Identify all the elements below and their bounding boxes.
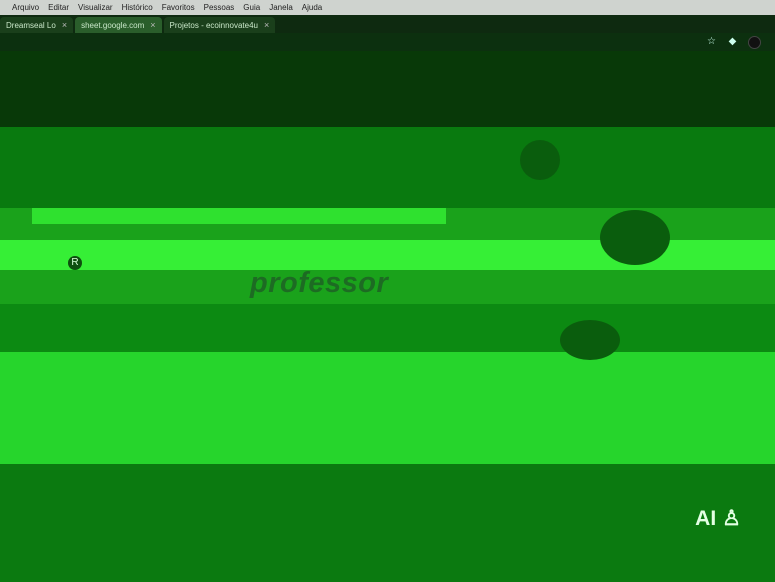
tab-google-sheets[interactable]: sheet.google.com × [75,17,162,33]
menu-item-arquivo[interactable]: Arquivo [12,3,39,12]
hero-band-top [0,127,775,208]
avatar[interactable] [748,36,761,49]
close-icon[interactable]: × [62,20,67,30]
system-menubar: Arquivo Editar Visualizar Histórico Favo… [0,0,775,15]
tab-label: Dreamseal Lo [6,20,56,30]
tab-label: sheet.google.com [81,20,145,30]
brand-text: AI [695,507,717,530]
hero-strip [32,208,446,224]
hero-band-lower [0,304,775,352]
tab-projetos[interactable]: Projetos - ecoinnovate4u × [163,17,276,33]
page-header-region [0,51,775,127]
menu-item-janela[interactable]: Janela [269,3,293,12]
close-icon[interactable]: × [150,20,155,30]
footer-brand: AI ♙ [695,506,741,531]
decorative-shape [600,210,670,265]
tab-dreamseal[interactable]: Dreamseal Lo × [0,17,74,33]
star-icon[interactable]: ☆ [706,36,717,47]
hero-band-bright [0,352,775,464]
menu-item-ajuda[interactable]: Ajuda [302,3,322,12]
person-icon: ♙ [722,507,741,530]
menu-item-favoritos[interactable]: Favoritos [162,3,195,12]
close-icon[interactable]: × [264,20,269,30]
badge-icon: R [68,256,82,270]
browser-tab-bar: Dreamseal Lo × sheet.google.com × Projet… [0,15,775,33]
menu-item-historico[interactable]: Histórico [122,3,153,12]
menu-item-pessoas[interactable]: Pessoas [204,3,235,12]
address-bar[interactable] [0,33,775,51]
hero-headline: professor [250,267,389,299]
tab-label: Projetos - ecoinnovate4u [169,20,259,30]
extensions-icon[interactable]: ◆ [727,36,738,47]
menu-item-editar[interactable]: Editar [48,3,69,12]
decorative-shape [560,320,620,360]
decorative-shape [520,140,560,180]
page-footer-region [0,464,775,582]
menu-item-guia[interactable]: Guia [243,3,260,12]
browser-toolbar-icons: ☆ ◆ [706,36,761,49]
menu-item-visualizar[interactable]: Visualizar [78,3,113,12]
